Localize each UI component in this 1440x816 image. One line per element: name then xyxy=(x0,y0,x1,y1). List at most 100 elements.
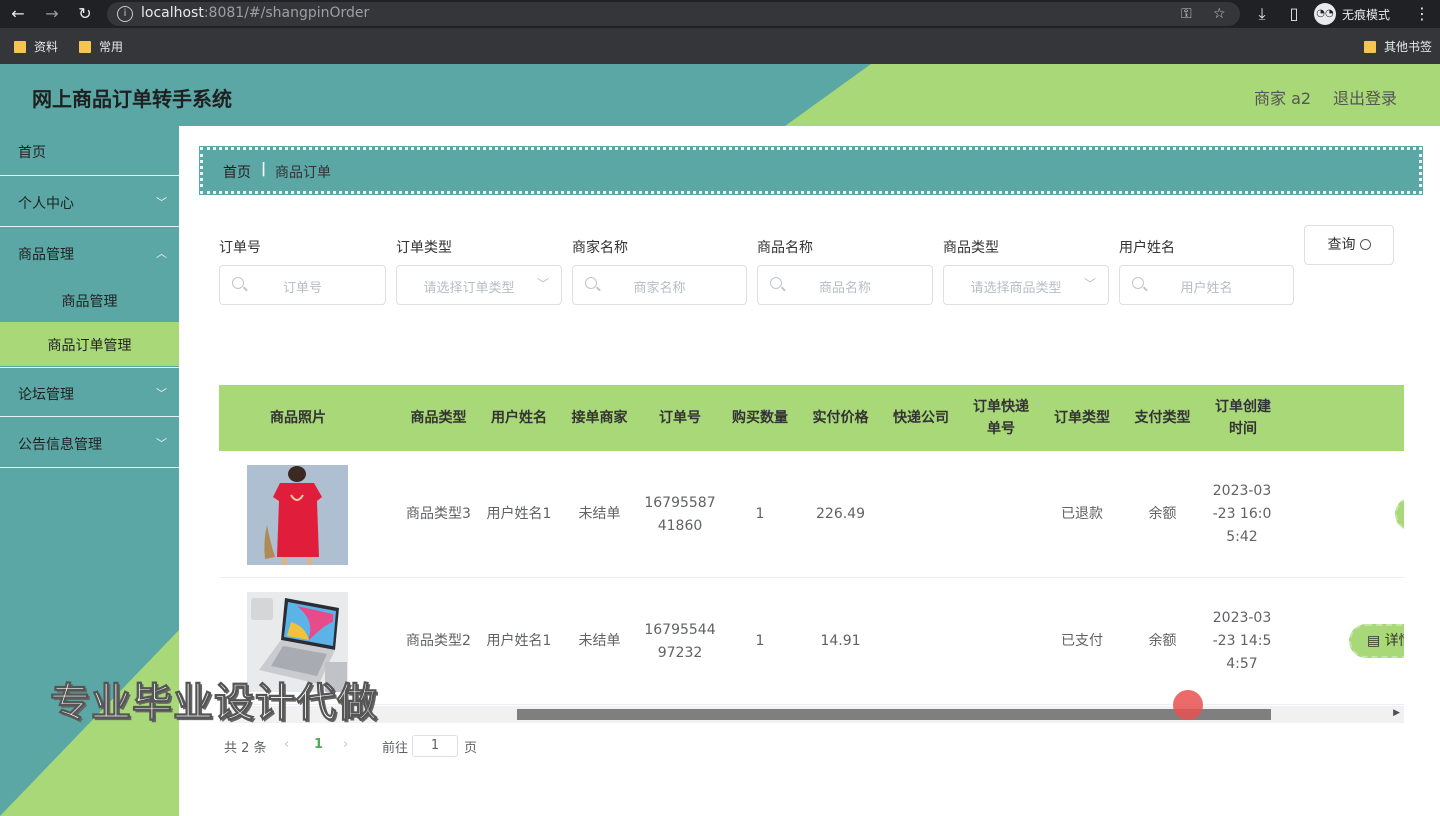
incognito-icon: ◔◔ xyxy=(1314,3,1336,25)
mouse-cursor-highlight xyxy=(1173,690,1203,720)
forward-icon[interactable]: → xyxy=(42,4,62,24)
search-icon xyxy=(1359,239,1371,250)
sidebar-item-profile[interactable]: 个人中心 ﹀ xyxy=(0,177,179,227)
order-type-label: 订单类型 xyxy=(396,240,452,256)
key-icon[interactable]: ⚿ xyxy=(1181,6,1192,22)
bookmarks-bar: 资料 常用 其他书签 xyxy=(0,28,1440,64)
order-no-cell: 1679554497232 xyxy=(644,621,716,661)
query-button[interactable]: 查询 xyxy=(1304,225,1394,265)
url-text: localhost:8081/#/shangpinOrder xyxy=(141,5,370,21)
chevron-down-icon: ﹀ xyxy=(1083,277,1096,291)
order-type-cell: 已支付 xyxy=(1061,633,1103,649)
reload-icon[interactable]: ↻ xyxy=(75,4,95,24)
page-number-current[interactable]: 1 xyxy=(314,737,323,752)
sidebar-subitem-products[interactable]: 商品管理 xyxy=(0,278,179,322)
user-name-cell: 用户姓名1 xyxy=(486,506,552,522)
col-tracking-no: 订单快递单号 xyxy=(973,399,1029,437)
table-horizontal-scrollbar[interactable]: ◀ ▶ xyxy=(219,706,1404,723)
col-price: 实付价格 xyxy=(812,410,869,426)
created-time-cell: 2023-03-23 16:05:42 xyxy=(1212,483,1272,545)
detail-button[interactable] xyxy=(1395,497,1404,531)
sidepanel-icon[interactable]: ▯ xyxy=(1284,4,1304,24)
breadcrumb-separator: | xyxy=(261,161,267,177)
created-time-cell: 2023-03-23 14:54:57 xyxy=(1212,610,1272,672)
logout-link[interactable]: 退出登录 xyxy=(1333,85,1397,109)
breadcrumb: 首页 | 商品订单 xyxy=(199,146,1423,195)
bookmark-folder-other[interactable]: 其他书签 xyxy=(1364,38,1432,55)
product-label: 商品名称 xyxy=(757,240,813,256)
folder-icon xyxy=(14,40,26,53)
product-photo-cell xyxy=(247,451,348,578)
bookmark-folder-changyong[interactable]: 常用 xyxy=(79,38,123,55)
merchant-cell: 未结单 xyxy=(578,506,621,522)
order-no-cell: 1679558741860 xyxy=(644,494,716,534)
scrollbar-thumb[interactable] xyxy=(517,709,1271,720)
col-user-name: 用户姓名 xyxy=(491,410,547,426)
courier-cell xyxy=(881,451,961,578)
sidebar-item-home[interactable]: 首页 xyxy=(0,126,179,176)
app-header: 网上商品订单转手系统 商家 a2 退出登录 xyxy=(0,64,1440,126)
table-header: 商品照片 商品类型 用户姓名 接单商家 订单号 购买数量 实付价格 快递公司 订… xyxy=(219,385,1404,451)
col-quantity: 购买数量 xyxy=(732,410,788,426)
sidebar-item-product-mgmt[interactable]: 商品管理 ︿ xyxy=(0,228,179,278)
document-icon: ▤ xyxy=(1367,633,1385,649)
pay-type-cell: 余额 xyxy=(1148,506,1177,522)
site-info-icon[interactable]: i xyxy=(117,6,133,22)
col-order-type: 订单类型 xyxy=(1054,410,1110,426)
order-no-input[interactable]: 订单号 xyxy=(219,265,386,305)
sidebar-subitem-product-orders[interactable]: 商品订单管理 xyxy=(0,322,179,366)
page-suffix: 页 xyxy=(464,741,478,756)
quantity-cell: 1 xyxy=(755,506,765,522)
sidebar-item-notices[interactable]: 公告信息管理 ﹀ xyxy=(0,418,179,468)
sidebar-item-forum[interactable]: 论坛管理 ﹀ xyxy=(0,367,179,417)
col-pay-type: 支付类型 xyxy=(1134,410,1191,426)
tracking-cell xyxy=(970,578,1032,705)
product-input[interactable]: 商品名称 xyxy=(757,265,933,305)
col-courier: 快递公司 xyxy=(893,410,949,426)
folder-icon xyxy=(79,40,91,53)
bookmark-star-icon[interactable]: ☆ xyxy=(1213,6,1226,22)
download-icon[interactable]: ⤓ xyxy=(1252,4,1272,24)
chevron-down-icon: ﹀ xyxy=(156,196,167,209)
price-cell: 226.49 xyxy=(816,506,865,522)
courier-cell xyxy=(881,578,961,705)
col-order-no: 订单号 xyxy=(659,410,701,426)
col-product-type: 商品类型 xyxy=(410,410,467,426)
incognito-indicator[interactable]: ◔◔ 无痕模式 xyxy=(1314,3,1390,25)
pay-type-cell: 余额 xyxy=(1148,633,1177,649)
product-type-cell: 商品类型2 xyxy=(406,633,471,649)
col-merchant: 接单商家 xyxy=(571,410,628,426)
next-page-icon[interactable]: › xyxy=(343,737,348,752)
breadcrumb-current: 商品订单 xyxy=(275,165,331,181)
scroll-right-icon[interactable]: ▶ xyxy=(1393,708,1400,718)
app-title: 网上商品订单转手系统 xyxy=(32,87,232,111)
bookmark-folder-ziliao[interactable]: 资料 xyxy=(14,38,58,55)
goto-label: 前往 xyxy=(382,741,409,756)
chevron-down-icon: ﹀ xyxy=(536,277,549,291)
merchant-cell: 未结单 xyxy=(578,633,621,649)
user-name-input[interactable]: 用户姓名 xyxy=(1119,265,1294,305)
incognito-label: 无痕模式 xyxy=(1342,7,1391,22)
order-type-cell: 已退款 xyxy=(1061,506,1103,522)
breadcrumb-home[interactable]: 首页 xyxy=(223,162,251,182)
order-no-label: 订单号 xyxy=(219,240,261,256)
product-type-select[interactable]: 请选择商品类型 ﹀ xyxy=(943,265,1109,305)
back-icon[interactable]: ← xyxy=(8,4,28,24)
table-row: 商品类型2 用户姓名1 未结单 1679554497232 1 14.91 已支… xyxy=(219,578,1404,705)
quantity-cell: 1 xyxy=(755,633,765,649)
orders-table: 商品照片 商品类型 用户姓名 接单商家 订单号 购买数量 实付价格 快递公司 订… xyxy=(219,385,1404,723)
col-photo: 商品照片 xyxy=(270,410,326,426)
goto-page-input[interactable]: 1 xyxy=(412,735,458,757)
order-type-select[interactable]: 请选择订单类型 ﹀ xyxy=(396,265,562,305)
detail-button[interactable]: ▤ 详情 xyxy=(1349,624,1404,658)
merchant-label: 商家名称 xyxy=(572,240,628,256)
chevron-down-icon: ﹀ xyxy=(156,387,167,400)
product-type-label: 商品类型 xyxy=(943,240,999,256)
browser-toolbar: ← → ↻ i localhost:8081/#/shangpinOrder ⚿… xyxy=(0,0,1440,28)
price-cell: 14.91 xyxy=(820,633,861,649)
address-bar[interactable]: i localhost:8081/#/shangpinOrder ⚿ ☆ xyxy=(107,2,1240,26)
menu-dots-icon[interactable]: ⋮ xyxy=(1412,4,1432,24)
chevron-down-icon: ﹀ xyxy=(156,437,167,450)
prev-page-icon[interactable]: ‹ xyxy=(284,737,289,752)
merchant-input[interactable]: 商家名称 xyxy=(572,265,747,305)
